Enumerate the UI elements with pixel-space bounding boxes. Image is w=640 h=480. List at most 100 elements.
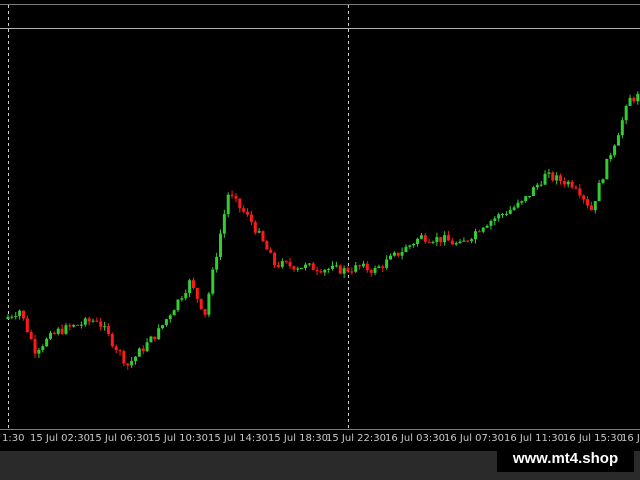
bullish-candle [331, 265, 335, 269]
bullish-candle [64, 325, 68, 334]
bearish-candle [632, 97, 636, 102]
bearish-candle [269, 249, 273, 253]
bullish-candle [593, 201, 597, 211]
bullish-candle [628, 97, 632, 106]
bearish-candle [350, 271, 354, 273]
bullish-candle [566, 181, 570, 185]
bullish-candle [207, 293, 211, 315]
bullish-candle [164, 319, 168, 326]
watermark-logo: www.mt4.shop [497, 446, 634, 472]
bullish-candle [56, 328, 60, 334]
bearish-candle [153, 336, 157, 340]
bullish-candle [280, 261, 284, 267]
bullish-candle [474, 231, 477, 240]
bullish-candle [41, 346, 45, 350]
bearish-candle [29, 332, 33, 340]
bullish-candle [412, 243, 416, 246]
bearish-candle [87, 318, 91, 322]
bearish-candle [450, 240, 454, 245]
bearish-candle [230, 194, 234, 196]
bullish-candle [327, 268, 331, 270]
bullish-candle [512, 207, 516, 210]
bullish-candle [419, 235, 423, 239]
bearish-candle [95, 320, 99, 322]
bullish-candle [373, 267, 377, 273]
bearish-candle [253, 221, 257, 233]
bearish-candle [199, 298, 203, 310]
x-tick-label: 1:30 [2, 433, 24, 444]
bearish-candle [369, 270, 373, 273]
x-tick-label: 16 Jul 03:30 [385, 433, 445, 444]
bearish-candle [586, 199, 590, 206]
bullish-candle [597, 182, 601, 202]
bullish-candle [180, 298, 184, 300]
bearish-candle [427, 241, 431, 243]
bullish-candle [392, 252, 396, 256]
bearish-candle [195, 288, 199, 299]
bullish-candle [226, 194, 230, 215]
x-tick-label: 15 Jul 02:30 [30, 433, 90, 444]
bullish-candle [149, 336, 153, 343]
x-tick-label: 16 Jul 15:30 [563, 433, 623, 444]
bullish-candle [14, 315, 18, 317]
bullish-candle [547, 172, 551, 174]
bearish-candle [242, 208, 246, 212]
bullish-candle [443, 235, 447, 243]
x-tick-label: 16 Ju [621, 433, 640, 444]
bearish-candle [110, 333, 114, 347]
bullish-candle [609, 155, 613, 159]
bearish-candle [570, 181, 574, 188]
bullish-candle [400, 252, 404, 256]
bullish-candle [161, 325, 165, 329]
bullish-candle [620, 120, 624, 136]
bearish-candle [284, 261, 288, 263]
bullish-candle [91, 320, 95, 322]
bullish-candle [304, 264, 307, 269]
bearish-candle [276, 265, 280, 267]
bullish-candle [157, 328, 161, 340]
bearish-candle [68, 325, 72, 327]
bullish-candle [103, 326, 107, 328]
bullish-candle [613, 145, 617, 156]
bullish-candle [137, 348, 141, 357]
bullish-candle [377, 266, 381, 268]
bullish-candle [508, 209, 512, 214]
bullish-candle [435, 237, 439, 242]
bearish-candle [311, 263, 315, 271]
bullish-candle [45, 338, 49, 347]
bullish-candle [389, 255, 392, 260]
bullish-candle [354, 265, 358, 272]
bullish-candle [462, 240, 466, 242]
bearish-candle [578, 188, 582, 196]
bearish-candle [439, 237, 443, 243]
bearish-candle [346, 268, 350, 272]
bearish-candle [315, 270, 319, 272]
bearish-candle [423, 235, 427, 242]
x-tick-label: 16 Jul 11:30 [504, 433, 564, 444]
bearish-candle [466, 240, 470, 242]
bullish-candle [524, 196, 528, 202]
bullish-candle [18, 310, 22, 316]
bearish-candle [203, 309, 207, 315]
bearish-candle [358, 265, 362, 267]
x-tick-label: 15 Jul 18:30 [268, 433, 328, 444]
bearish-candle [562, 181, 566, 185]
bearish-candle [551, 172, 555, 181]
price-chart[interactable]: 1:30 15 Jul 02:30 15 Jul 06:30 15 Jul 10… [0, 0, 640, 480]
bullish-candle [624, 105, 628, 121]
bullish-candle [493, 218, 497, 221]
bearish-candle [381, 266, 385, 268]
bullish-candle [168, 315, 172, 320]
bearish-candle [238, 198, 242, 209]
bullish-candle [481, 227, 485, 232]
bearish-candle [114, 346, 118, 351]
chart-background [0, 0, 640, 480]
bearish-candle [589, 205, 593, 211]
bearish-candle [60, 328, 64, 334]
bullish-candle [489, 220, 493, 226]
bullish-candle [605, 158, 609, 180]
bearish-candle [21, 310, 25, 319]
bullish-candle [470, 239, 474, 242]
bullish-candle [416, 238, 420, 244]
bullish-candle [219, 233, 222, 257]
